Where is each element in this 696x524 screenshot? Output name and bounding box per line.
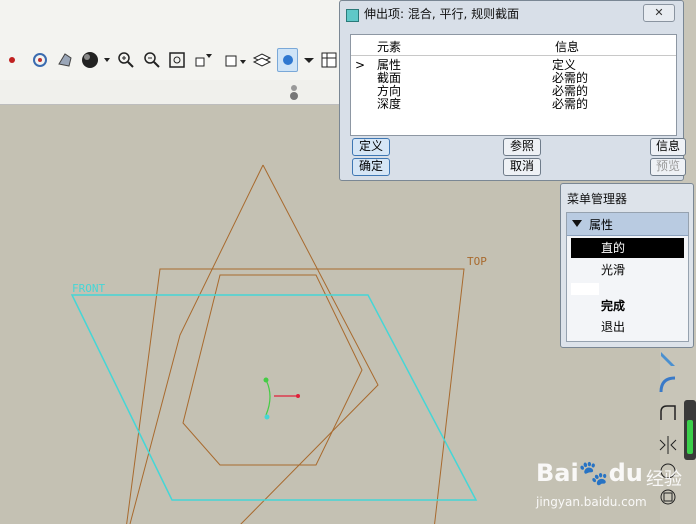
refer-button[interactable]: 参照: [503, 138, 541, 156]
dialog-title: 伸出项: 混合, 平行, 规则截面: [364, 7, 520, 21]
spin-center-icon[interactable]: [29, 48, 50, 72]
watermark: Bai🐾du 经验 jingyan.baidu.com: [528, 445, 696, 517]
feature-dialog: 伸出项: 混合, 平行, 规则截面 ✕ 元素 信息 > 属性 定义 截面 必需的…: [339, 0, 686, 181]
z-axis-end: [264, 414, 270, 420]
top-datum-label: TOP: [467, 255, 487, 268]
define-button[interactable]: 定义: [352, 138, 390, 156]
menu-panel: 属性 直的 光滑 完成 退出: [566, 212, 689, 342]
cancel-button[interactable]: 取消: [503, 158, 541, 176]
table-header: 元素 信息: [351, 38, 676, 54]
watermark-brand: Bai: [536, 459, 579, 487]
zoom-in-icon[interactable]: [116, 48, 137, 72]
current-row-marker: >: [355, 58, 366, 72]
x-axis-end: [296, 394, 300, 398]
paw-icon: 🐾: [578, 459, 609, 487]
dropdown-arrow-icon[interactable]: [302, 48, 314, 72]
menu-manager-title: 菜单管理器: [567, 192, 628, 206]
secondary-toolbar: [0, 80, 340, 105]
menu-manager: 菜单管理器 属性 直的 光滑 完成 退出: [560, 183, 694, 348]
view-toolbar: [0, 42, 340, 78]
shading-icon[interactable]: [80, 48, 112, 72]
dialog-close-button[interactable]: ✕: [643, 4, 675, 22]
collapse-arrow-icon[interactable]: [571, 219, 583, 229]
watermark-brand2: du: [608, 459, 643, 487]
datum-display-icon[interactable]: [286, 82, 302, 105]
ok-button[interactable]: 确定: [352, 158, 390, 176]
regenerate-icon[interactable]: [4, 48, 25, 72]
dialog-app-icon: [346, 9, 359, 22]
row-info: 必需的: [552, 97, 589, 111]
element-table: 元素 信息 > 属性 定义 截面 必需的 方向 必需的 深度 必需的: [350, 34, 677, 136]
menu-section-header[interactable]: 属性: [567, 213, 688, 236]
y-axis: [265, 379, 271, 416]
col-header-info: 信息: [555, 40, 580, 54]
watermark-service: 经验: [646, 469, 682, 490]
menu-item-quit[interactable]: 退出: [571, 317, 684, 337]
preview-button[interactable]: 预览: [650, 158, 686, 176]
menu-item-done[interactable]: 完成: [571, 296, 684, 316]
y-axis-end: [263, 377, 269, 383]
layers-icon[interactable]: [252, 48, 273, 72]
table-row[interactable]: 深度 必需的: [351, 98, 676, 112]
display-style-icon[interactable]: [276, 48, 299, 72]
menu-section-label: 属性: [589, 218, 614, 232]
watermark-url: jingyan.baidu.com: [536, 495, 647, 509]
col-header-element: 元素: [377, 40, 402, 54]
front-datum-label: FRONT: [72, 282, 106, 295]
orient-icon[interactable]: [55, 48, 76, 72]
menu-blank-field[interactable]: [571, 283, 599, 295]
reorient-icon[interactable]: [192, 48, 218, 72]
zoom-out-icon[interactable]: [141, 48, 162, 72]
sweep-tool-icon[interactable]: [657, 374, 679, 396]
model-tree-icon[interactable]: [319, 48, 340, 72]
saved-views-icon[interactable]: [222, 48, 248, 72]
refit-icon[interactable]: [166, 48, 187, 72]
front-datum-plane: [70, 294, 478, 501]
round-tool-icon[interactable]: [657, 402, 679, 424]
row-element: 深度: [377, 97, 402, 111]
info-button[interactable]: 信息: [650, 138, 686, 156]
menu-item-straight[interactable]: 直的: [571, 238, 684, 258]
triangle-section: [240, 164, 379, 524]
revolve-tool-icon[interactable]: [657, 348, 679, 370]
menu-item-smooth[interactable]: 光滑: [571, 260, 684, 280]
